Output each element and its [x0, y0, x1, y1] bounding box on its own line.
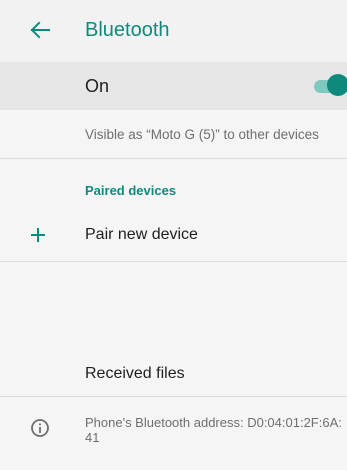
- paired-devices-header: Paired devices: [85, 183, 177, 198]
- received-files-item[interactable]: Received files: [85, 364, 185, 384]
- visibility-text: Visible as “Moto G (5)” to other devices: [85, 127, 319, 142]
- info-icon: [30, 418, 50, 438]
- app-bar: Bluetooth: [0, 0, 347, 62]
- bluetooth-address-text: Phone's Bluetooth address: D0:04:01:2F:6…: [85, 415, 342, 445]
- bluetooth-toggle-label: On: [85, 76, 110, 96]
- divider: [0, 261, 347, 262]
- bluetooth-toggle-row[interactable]: On: [0, 62, 347, 110]
- page-title: Bluetooth: [85, 19, 170, 41]
- pair-new-device-button[interactable]: Pair new device: [85, 225, 198, 245]
- plus-icon: [28, 225, 48, 245]
- switch-thumb: [327, 74, 347, 96]
- divider: [0, 158, 347, 159]
- arrow-left-icon[interactable]: [29, 19, 51, 41]
- divider: [0, 396, 347, 397]
- bluetooth-switch[interactable]: [310, 74, 347, 98]
